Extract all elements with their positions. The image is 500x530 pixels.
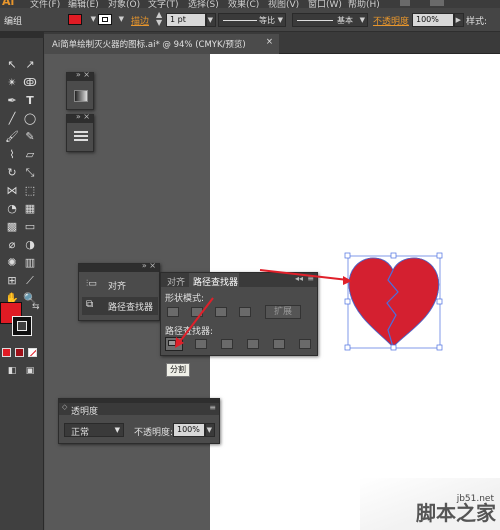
artwork-layer: [175, 252, 443, 351]
annotation-arrow-to-divide: [175, 297, 214, 348]
broken-heart-artwork[interactable]: [348, 257, 440, 348]
annotation-arrow-to-heart: [259, 269, 352, 285]
watermark-brand: 脚本之家: [416, 501, 496, 525]
